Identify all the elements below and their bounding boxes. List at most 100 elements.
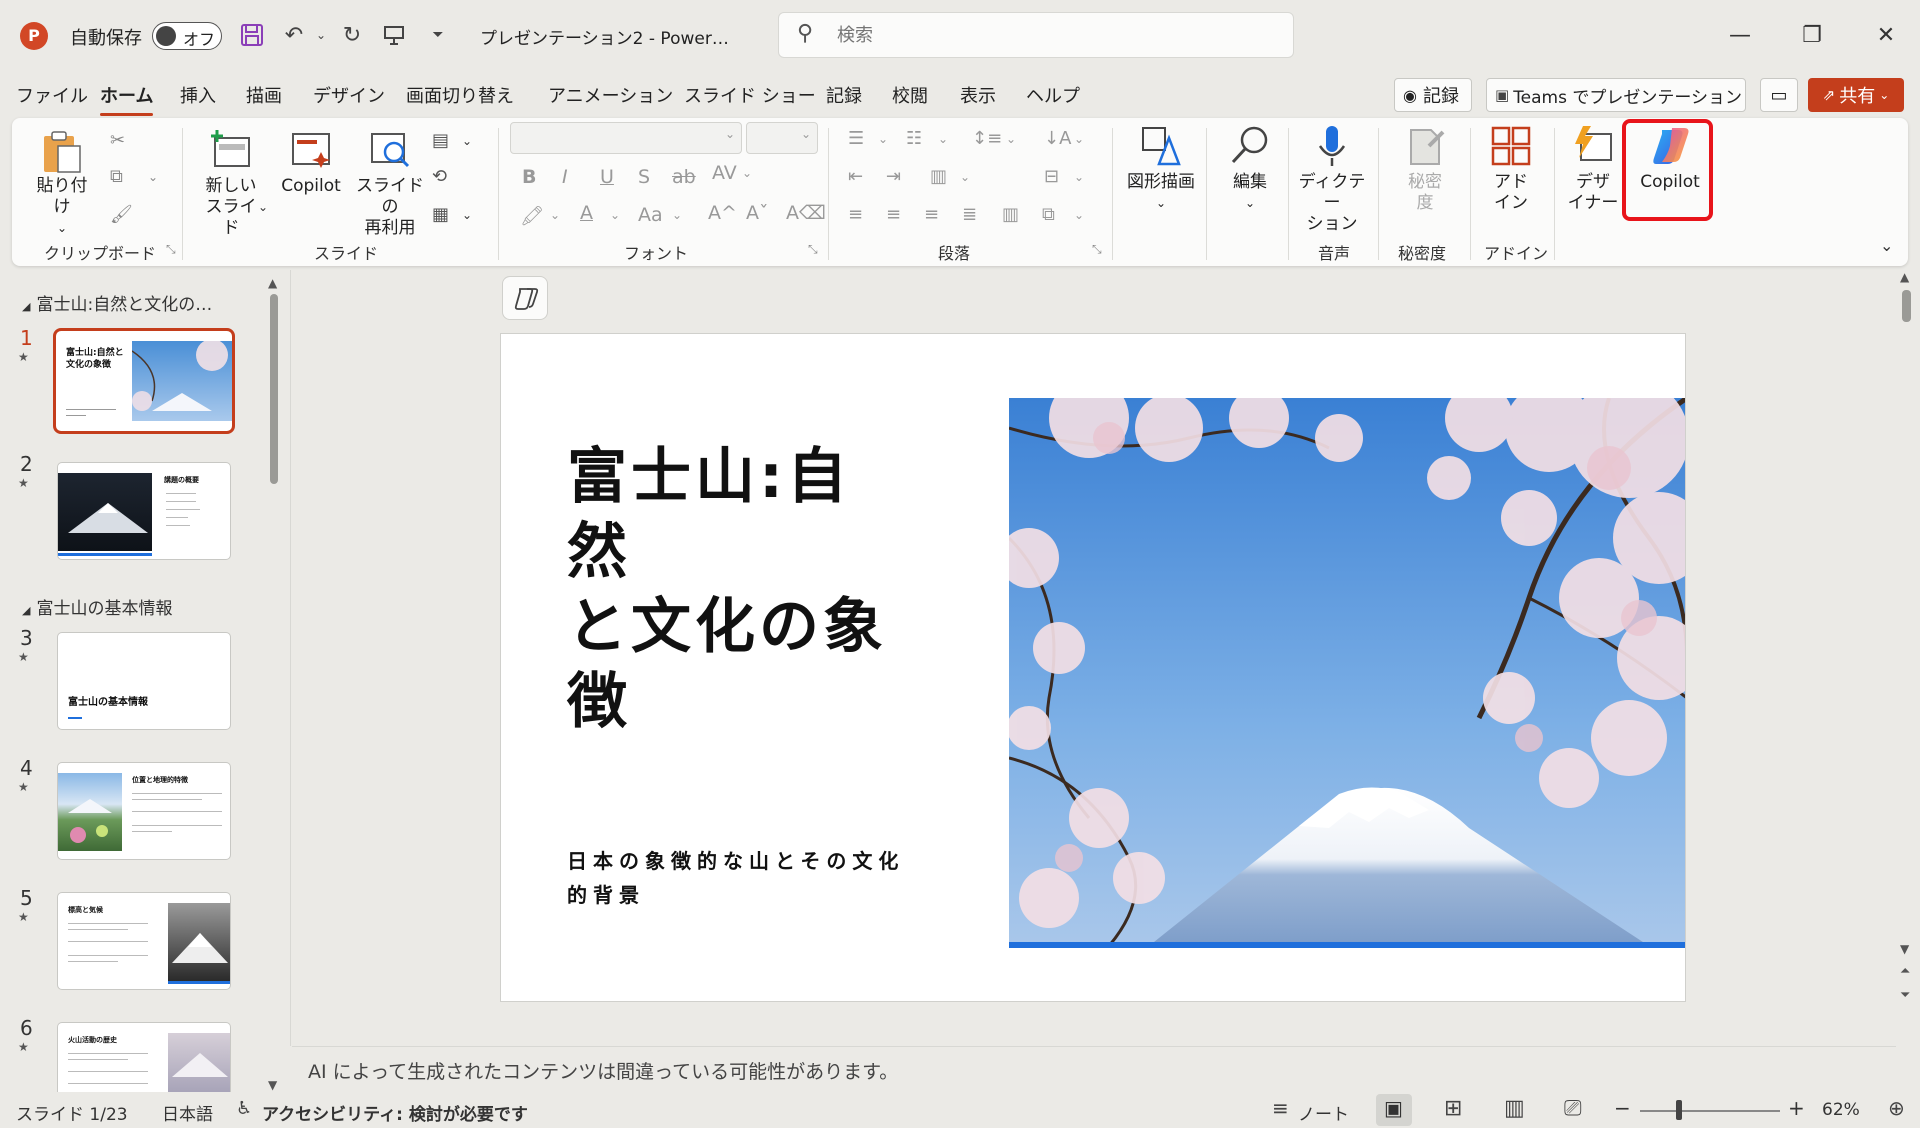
shapes-button[interactable]: 図形描画 ⌄	[1118, 124, 1204, 214]
line-spacing-icon[interactable]: ↕≡	[972, 128, 1002, 149]
slide-thumbnail-6[interactable]: 火山活動の歴史	[57, 1022, 231, 1092]
line-spacing-dropdown-icon[interactable]: ⌄	[1006, 132, 1016, 146]
cut-icon[interactable]: ✂	[110, 130, 125, 151]
slide-canvas[interactable]: 富士山:自然 と文化の象 徴 日本の象徴的な山とその文化 的背景	[500, 333, 1686, 1002]
font-color-dropdown-icon[interactable]: ⌄	[610, 208, 620, 222]
reuse-slides-button[interactable]: スライドの 再利用	[352, 128, 428, 239]
bullets-dropdown-icon[interactable]: ⌄	[878, 132, 888, 146]
align-right-icon[interactable]: ≡	[924, 204, 939, 225]
reset-slide-icon[interactable]: ⟲	[432, 166, 447, 187]
zoom-slider-thumb[interactable]	[1676, 1100, 1682, 1120]
columns-dropdown-icon[interactable]: ⌄	[960, 170, 970, 184]
shrink-font-icon[interactable]: Aˇ	[746, 202, 769, 224]
undo-dropdown-icon[interactable]: ⌄	[305, 18, 337, 52]
scroll-up-icon[interactable]: ▲	[1900, 270, 1909, 284]
change-case-icon[interactable]: Aa	[638, 204, 663, 226]
new-slide-button[interactable]: 新しい スライド	[198, 128, 264, 239]
editing-button[interactable]: 編集 ⌄	[1218, 124, 1282, 214]
font-size-dropdown[interactable]: ⌄	[746, 122, 818, 154]
copy-dropdown-icon[interactable]: ⌄	[148, 170, 158, 184]
sensitivity-button[interactable]: 秘密 度	[1392, 124, 1458, 214]
clipboard-launcher-icon[interactable]: ⤡	[166, 242, 176, 257]
minimize-button[interactable]: —	[1720, 20, 1760, 52]
section-icon[interactable]: ▦	[432, 204, 449, 225]
search-box[interactable]: ⚲	[778, 12, 1294, 58]
layout-dropdown-icon[interactable]: ⌄	[462, 134, 472, 148]
mount-fuji-sakura-image[interactable]	[999, 378, 1685, 947]
present-icon[interactable]	[378, 18, 410, 52]
new-slide-dropdown-icon[interactable]: ⌄	[258, 200, 268, 214]
slide-subtitle[interactable]: 日本の象徴的な山とその文化 的背景	[567, 844, 917, 912]
collapse-section-icon[interactable]: ◢	[22, 604, 30, 617]
distributed-icon[interactable]: ▥	[1002, 204, 1019, 225]
align-text-icon[interactable]: ⊟	[1044, 166, 1059, 187]
scrollbar-thumb[interactable]	[270, 294, 278, 484]
zoom-out-icon[interactable]: −	[1614, 1096, 1631, 1120]
increase-indent-icon[interactable]: ⇥	[886, 166, 901, 187]
text-direction-icon[interactable]: ↓A	[1044, 128, 1071, 149]
bold-icon[interactable]: B	[522, 166, 536, 188]
paragraph-launcher-icon[interactable]: ⤡	[1092, 242, 1102, 257]
copy-icon[interactable]: ⧉	[110, 166, 123, 187]
highlight-icon[interactable]: 🖍	[520, 204, 544, 227]
fit-to-window-icon[interactable]: ⊕	[1888, 1096, 1905, 1120]
slide-thumbnail-1[interactable]: 富士山:自然と文化の象徴	[53, 328, 235, 434]
tab-insert[interactable]: 挿入	[180, 82, 216, 108]
tab-transitions[interactable]: 画面切り替え	[406, 82, 514, 108]
strikethrough-icon[interactable]: ab	[672, 166, 696, 188]
scroll-down-icon[interactable]: ▼	[268, 1078, 277, 1092]
tab-view[interactable]: 表示	[960, 82, 996, 108]
tab-design[interactable]: デザイン	[313, 82, 385, 108]
tab-help[interactable]: ヘルプ	[1026, 82, 1080, 108]
designer-button[interactable]: デザ イナー	[1562, 124, 1624, 214]
save-icon[interactable]	[236, 18, 268, 52]
slideshow-view-icon[interactable]: ⎚	[1564, 1096, 1582, 1121]
char-spacing-icon[interactable]: AV	[712, 162, 737, 184]
smartart-icon[interactable]: ⧉	[1042, 204, 1055, 225]
align-center-icon[interactable]: ≡	[886, 204, 901, 225]
change-case-dropdown-icon[interactable]: ⌄	[672, 208, 682, 222]
thumbnail-scrollbar[interactable]: ▲ ▼	[266, 276, 282, 1092]
bullets-icon[interactable]: ☰	[848, 128, 864, 149]
dictate-button[interactable]: ディクテー ション	[1294, 124, 1370, 235]
notes-pane[interactable]: AI によって生成されたコンテンツは間違っている可能性があります。	[292, 1046, 1896, 1092]
underline-icon[interactable]: U	[600, 166, 614, 188]
tab-review[interactable]: 校閲	[892, 82, 928, 108]
justify-icon[interactable]: ≣	[962, 204, 977, 225]
customize-qat-icon[interactable]: ⏷	[422, 18, 454, 52]
section-header[interactable]: ◢ 富士山:自然と文化の…	[22, 290, 212, 315]
numbering-dropdown-icon[interactable]: ⌄	[938, 132, 948, 146]
font-launcher-icon[interactable]: ⤡	[808, 242, 818, 257]
slide-thumbnail-3[interactable]: 富士山の基本情報	[57, 632, 231, 730]
reading-view-icon[interactable]: ▥	[1504, 1096, 1525, 1121]
normal-view-button[interactable]: ▣	[1376, 1094, 1412, 1126]
numbering-icon[interactable]: ☷	[906, 128, 922, 149]
paste-button[interactable]: 貼り付け ⌄	[32, 128, 92, 239]
slide-sorter-icon[interactable]: ⊞	[1444, 1096, 1462, 1121]
copilot-floating-button[interactable]	[502, 276, 548, 320]
char-spacing-dropdown-icon[interactable]: ⌄	[742, 166, 752, 180]
clear-formatting-icon[interactable]: A⌫	[786, 202, 826, 224]
previous-slide-icon[interactable]: ⏶	[1900, 964, 1910, 979]
zoom-slider[interactable]	[1640, 1110, 1780, 1112]
slide-thumbnail-2[interactable]: 講題の概要	[57, 462, 231, 560]
text-direction-dropdown-icon[interactable]: ⌄	[1074, 132, 1084, 146]
format-painter-icon[interactable]: 🖌	[110, 204, 133, 225]
record-button[interactable]: ◉ 記録	[1394, 78, 1472, 112]
grow-font-icon[interactable]: A^	[708, 202, 737, 224]
italic-icon[interactable]: I	[562, 166, 568, 188]
highlight-dropdown-icon[interactable]: ⌄	[550, 208, 560, 222]
font-color-icon[interactable]: A	[580, 202, 593, 224]
columns-icon[interactable]: ▥	[930, 166, 947, 187]
tab-animations[interactable]: アニメーション	[548, 82, 673, 108]
notes-toggle-label[interactable]: ノート	[1298, 1100, 1349, 1125]
slide-thumbnail-5[interactable]: 標高と気候	[57, 892, 231, 990]
layout-icon[interactable]: ▤	[432, 130, 449, 151]
copilot-slide-button[interactable]: Copilot	[278, 128, 344, 197]
share-button[interactable]: ⇗ 共有 ⌄	[1808, 78, 1904, 112]
tab-slideshow[interactable]: スライド ショー	[684, 82, 816, 108]
tab-file[interactable]: ファイル	[16, 82, 88, 108]
align-text-dropdown-icon[interactable]: ⌄	[1074, 170, 1084, 184]
addins-button[interactable]: アド イン	[1480, 124, 1542, 214]
section-dropdown-icon[interactable]: ⌄	[462, 208, 472, 222]
